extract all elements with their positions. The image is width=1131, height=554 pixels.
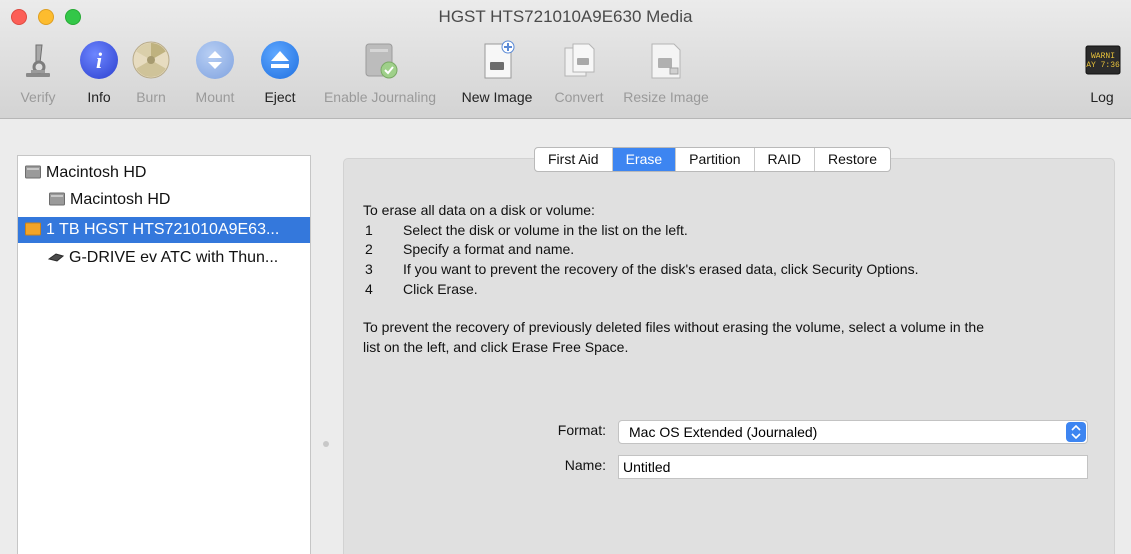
log-icon-line-2: AY 7:36 xyxy=(1086,61,1120,70)
erase-free-space-note-line2: list on the left, and click Erase Free S… xyxy=(363,339,629,355)
disk-utility-window: HGST HTS721010A9E630 Media Verify i Info… xyxy=(0,0,1131,554)
info-button[interactable]: i Info xyxy=(78,40,120,110)
name-label: Name: xyxy=(564,457,606,473)
log-label: Log xyxy=(1090,89,1114,105)
external-disk-icon xyxy=(25,222,41,236)
tab-raid[interactable]: RAID xyxy=(755,148,815,171)
erase-free-space-note-line1: To prevent the recovery of previously de… xyxy=(363,319,984,335)
tab-restore[interactable]: Restore xyxy=(815,148,890,171)
volume-icon xyxy=(49,192,65,206)
sidebar-item-label: Macintosh HD xyxy=(70,191,171,208)
eject-icon xyxy=(260,40,300,80)
erase-intro: To erase all data on a disk or volume: xyxy=(363,202,595,218)
tab-first-aid[interactable]: First Aid xyxy=(535,148,613,171)
eject-label: Eject xyxy=(264,89,296,105)
burn-label: Burn xyxy=(136,89,166,105)
convert-icon xyxy=(559,40,599,80)
tab-erase[interactable]: Erase xyxy=(612,148,677,171)
info-label: Info xyxy=(87,89,111,105)
sidebar-item-label: 1 TB HGST HTS721010A9E63... xyxy=(46,221,280,238)
convert-label: Convert xyxy=(554,89,604,105)
window-title: HGST HTS721010A9E630 Media xyxy=(438,7,693,26)
journaling-disk-icon xyxy=(360,40,400,80)
format-select-value: Mac OS Extended (Journaled) xyxy=(629,424,818,440)
sidebar-item-label: Macintosh HD xyxy=(46,164,147,181)
enable-journaling-label: Enable Journaling xyxy=(323,89,437,105)
burn-radiation-icon xyxy=(131,40,171,80)
tab-partition[interactable]: Partition xyxy=(676,148,755,171)
convert-button[interactable]: Convert xyxy=(548,40,610,110)
tab-bar: First Aid Erase Partition RAID Restore xyxy=(534,147,891,172)
burn-button[interactable]: Burn xyxy=(130,40,172,110)
sidebar-item-label: G-DRIVE ev ATC with Thun... xyxy=(69,249,279,266)
new-image-button[interactable]: New Image xyxy=(455,40,539,110)
split-view-handle[interactable] xyxy=(323,441,329,447)
step-text: Specify a format and name. xyxy=(403,241,575,257)
enable-journaling-button[interactable]: Enable Journaling xyxy=(316,40,444,110)
eject-button[interactable]: Eject xyxy=(258,40,302,110)
titlebar: HGST HTS721010A9E630 Media Verify i Info… xyxy=(0,0,1131,119)
step-number: 1 xyxy=(365,222,373,238)
resize-image-icon xyxy=(646,40,686,80)
name-field-value: Untitled xyxy=(623,459,671,475)
log-icon-line-1: WARNI xyxy=(1091,52,1115,61)
log-button[interactable]: WARNI AY 7:36 Log xyxy=(1082,40,1122,110)
log-console-icon: WARNI AY 7:36 xyxy=(1082,40,1122,80)
step-number: 4 xyxy=(365,281,373,297)
verify-label: Verify xyxy=(20,89,56,105)
new-image-icon xyxy=(477,40,517,80)
name-field[interactable]: Untitled xyxy=(618,455,1088,479)
step-text: Select the disk or volume in the list on… xyxy=(403,222,688,238)
format-label: Format: xyxy=(557,422,606,438)
step-text: If you want to prevent the recovery of t… xyxy=(403,261,919,277)
disk-list-sidebar[interactable]: Macintosh HD Macintosh HD 1 TB HGST HTS7… xyxy=(17,155,311,554)
sidebar-item-hgst-disk[interactable]: 1 TB HGST HTS721010A9E63... xyxy=(18,217,310,243)
verify-button[interactable]: Verify xyxy=(17,40,59,110)
format-select[interactable]: Mac OS Extended (Journaled) xyxy=(618,420,1088,444)
sidebar-item-macintosh-hd-disk[interactable]: Macintosh HD xyxy=(18,160,310,186)
resize-image-label: Resize Image xyxy=(623,89,709,105)
drive-icon xyxy=(48,253,64,262)
svg-text:i: i xyxy=(96,48,103,73)
microscope-icon xyxy=(18,40,58,80)
step-text: Click Erase. xyxy=(403,281,478,297)
mount-icon xyxy=(195,40,235,80)
info-icon: i xyxy=(79,40,119,80)
mount-label: Mount xyxy=(195,89,235,105)
step-number: 2 xyxy=(365,241,373,257)
new-image-label: New Image xyxy=(461,89,533,105)
resize-image-button[interactable]: Resize Image xyxy=(617,40,715,110)
chevron-updown-icon xyxy=(1066,422,1086,442)
mount-button[interactable]: Mount xyxy=(190,40,240,110)
sidebar-item-g-drive[interactable]: G-DRIVE ev ATC with Thun... xyxy=(18,245,310,271)
hard-disk-icon xyxy=(25,165,41,179)
step-number: 3 xyxy=(365,261,373,277)
sidebar-item-macintosh-hd-volume[interactable]: Macintosh HD xyxy=(18,187,310,213)
